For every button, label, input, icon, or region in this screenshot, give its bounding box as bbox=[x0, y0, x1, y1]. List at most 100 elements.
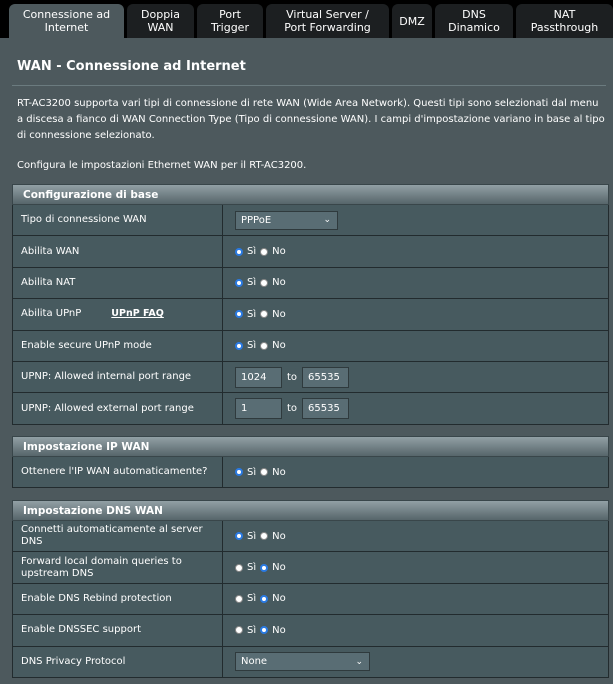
radio-icon bbox=[235, 563, 243, 572]
enable-nat-row: Abilita NAT Sì No bbox=[12, 267, 609, 300]
wan-type-row: Tipo di connessione WAN PPPoE ⌄ bbox=[12, 205, 609, 237]
tab-label: DNS Dinamico bbox=[448, 8, 500, 34]
radio-label: No bbox=[272, 530, 286, 542]
radio-selected-icon bbox=[235, 341, 243, 350]
enable-upnp-row: Abilita UPnP UPnP FAQ Sì No bbox=[12, 299, 609, 331]
radio-icon bbox=[260, 247, 269, 256]
wan-type-value-cell: PPPoE ⌄ bbox=[223, 205, 608, 235]
ip-wan-section: Impostazione IP WAN Ottenere l'IP WAN au… bbox=[12, 436, 609, 489]
dnssec-yes-radio[interactable]: Sì bbox=[235, 625, 256, 636]
radio-icon bbox=[260, 532, 269, 541]
dns-privacy-value-cell: None ⌄ bbox=[223, 647, 608, 677]
tab-nat-passthrough[interactable]: NAT Passthrough bbox=[516, 4, 613, 38]
dns-rebind-label: Enable DNS Rebind protection bbox=[13, 583, 223, 615]
dns-rebind-no-radio[interactable]: No bbox=[260, 593, 286, 604]
auto-ip-label: Ottenere l'IP WAN automaticamente? bbox=[13, 457, 223, 488]
radio-icon bbox=[260, 278, 269, 287]
radio-label: No bbox=[272, 466, 286, 478]
auto-ip-yes-radio[interactable]: Sì bbox=[235, 467, 256, 478]
secure-upnp-options: Sì No bbox=[223, 331, 608, 361]
section-header: Impostazione DNS WAN bbox=[12, 500, 609, 521]
dns-rebind-yes-radio[interactable]: Sì bbox=[235, 593, 256, 604]
dnssec-no-radio[interactable]: No bbox=[260, 625, 286, 636]
forward-local-options: Sì No bbox=[223, 552, 608, 582]
radio-label: No bbox=[272, 277, 286, 289]
auto-dns-options: Sì No bbox=[223, 521, 608, 551]
auto-ip-no-radio[interactable]: No bbox=[260, 467, 286, 478]
enable-upnp-yes-radio[interactable]: Sì bbox=[235, 309, 256, 320]
secure-upnp-no-radio[interactable]: No bbox=[260, 340, 286, 351]
title-divider bbox=[12, 85, 606, 86]
radio-selected-icon bbox=[260, 563, 269, 572]
radio-selected-icon bbox=[235, 247, 243, 256]
secure-upnp-label: Enable secure UPnP mode bbox=[13, 330, 223, 361]
chevron-down-icon: ⌄ bbox=[323, 215, 331, 226]
tab-dmz[interactable]: DMZ bbox=[392, 4, 432, 38]
external-port-range-fields: 1 to 65535 bbox=[223, 393, 608, 423]
tab-bar: Connessione ad Internet Doppia WAN Port … bbox=[0, 0, 613, 38]
radio-label: Sì bbox=[247, 340, 257, 352]
enable-nat-no-radio[interactable]: No bbox=[260, 277, 286, 288]
tab-internet-connection[interactable]: Connessione ad Internet bbox=[9, 4, 124, 38]
forward-local-row: Forward local domain queries to upstream… bbox=[12, 552, 609, 584]
radio-label: Sì bbox=[247, 593, 257, 605]
tab-ddns[interactable]: DNS Dinamico bbox=[435, 4, 513, 38]
dnssec-label: Enable DNSSEC support bbox=[13, 615, 223, 646]
tab-virtual-server[interactable]: Virtual Server / Port Forwarding bbox=[266, 4, 389, 38]
radio-selected-icon bbox=[235, 468, 243, 477]
page-title: WAN - Connessione ad Internet bbox=[17, 59, 246, 74]
dnssec-options: Sì No bbox=[223, 615, 608, 645]
radio-label: No bbox=[272, 562, 286, 574]
radio-label: Sì bbox=[247, 277, 257, 289]
radio-label: No bbox=[272, 624, 286, 636]
radio-label: Sì bbox=[247, 530, 257, 542]
to-label: to bbox=[287, 403, 298, 415]
auto-dns-row: Connetti automaticamente al server DNS S… bbox=[12, 521, 609, 553]
dns-rebind-row: Enable DNS Rebind protection Sì No bbox=[12, 583, 609, 616]
auto-dns-no-radio[interactable]: No bbox=[260, 531, 286, 542]
tab-label: Connessione ad Internet bbox=[22, 8, 111, 34]
radio-label: No bbox=[272, 593, 286, 605]
internal-port-to-input[interactable]: 65535 bbox=[302, 366, 350, 388]
content-panel: WAN - Connessione ad Internet RT-AC3200 … bbox=[0, 38, 613, 684]
enable-upnp-label: Abilita UPnP bbox=[21, 308, 82, 320]
secure-upnp-yes-radio[interactable]: Sì bbox=[235, 340, 256, 351]
internal-port-range-label: UPNP: Allowed internal port range bbox=[13, 361, 223, 393]
page-description: RT-AC3200 supporta vari tipi di connessi… bbox=[17, 98, 605, 141]
radio-label: No bbox=[272, 246, 286, 258]
dns-privacy-label: DNS Privacy Protocol bbox=[13, 646, 223, 677]
radio-icon bbox=[260, 310, 269, 319]
chevron-down-icon: ⌄ bbox=[355, 656, 363, 667]
wan-type-select[interactable]: PPPoE ⌄ bbox=[235, 210, 338, 230]
page-description-2: Configura le impostazioni Ethernet WAN p… bbox=[17, 160, 307, 171]
dns-privacy-select[interactable]: None ⌄ bbox=[235, 652, 370, 672]
tab-label: Virtual Server / Port Forwarding bbox=[284, 8, 371, 34]
external-port-to-input[interactable]: 65535 bbox=[302, 398, 350, 420]
enable-wan-label: Abilita WAN bbox=[13, 236, 223, 267]
radio-selected-icon bbox=[260, 626, 269, 635]
radio-selected-icon bbox=[235, 278, 243, 287]
radio-icon bbox=[260, 468, 269, 477]
radio-icon bbox=[235, 626, 243, 635]
section-header: Configurazione di base bbox=[12, 184, 609, 205]
auto-dns-yes-radio[interactable]: Sì bbox=[235, 531, 256, 542]
radio-label: No bbox=[272, 308, 286, 320]
enable-upnp-no-radio[interactable]: No bbox=[260, 309, 286, 320]
enable-wan-no-radio[interactable]: No bbox=[260, 246, 286, 257]
forward-local-label: Forward local domain queries to upstream… bbox=[13, 552, 223, 583]
enable-wan-row: Abilita WAN Sì No bbox=[12, 236, 609, 268]
forward-local-no-radio[interactable]: No bbox=[260, 562, 286, 573]
tab-label: Doppia WAN bbox=[141, 8, 180, 34]
radio-selected-icon bbox=[235, 532, 243, 541]
radio-label: Sì bbox=[247, 246, 257, 258]
radio-label: Sì bbox=[247, 466, 257, 478]
internal-port-from-input[interactable]: 1024 bbox=[235, 366, 282, 388]
tab-port-trigger[interactable]: Port Trigger bbox=[197, 4, 263, 38]
enable-nat-yes-radio[interactable]: Sì bbox=[235, 277, 256, 288]
external-port-from-input[interactable]: 1 bbox=[235, 398, 282, 420]
tab-dual-wan[interactable]: Doppia WAN bbox=[127, 4, 194, 38]
upnp-faq-link[interactable]: UPnP FAQ bbox=[111, 308, 164, 320]
forward-local-yes-radio[interactable]: Sì bbox=[235, 562, 256, 573]
radio-selected-icon bbox=[260, 594, 269, 603]
enable-wan-yes-radio[interactable]: Sì bbox=[235, 246, 256, 257]
